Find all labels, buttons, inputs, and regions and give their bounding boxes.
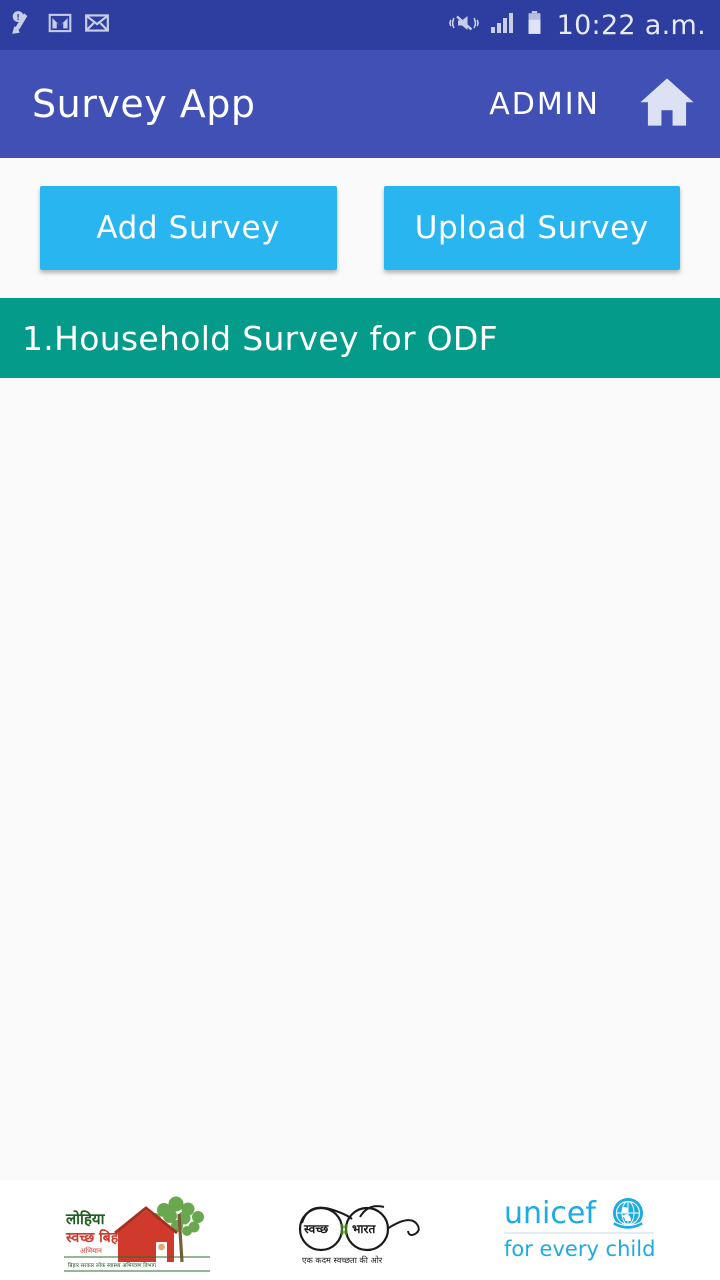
content-area: [0, 378, 720, 1178]
status-clock: 10:22 a.m.: [556, 9, 706, 41]
app-bar-actions: ADMIN: [489, 73, 698, 135]
svg-text:स्वच्छ बिहार: स्वच्छ बिहार: [65, 1229, 129, 1246]
status-bar: ! 10:22 a.m.: [0, 0, 720, 50]
status-bar-right-icons: 10:22 a.m.: [448, 10, 706, 41]
survey-item-label: 1.Household Survey for ODF: [22, 318, 498, 358]
email-icon: [84, 10, 110, 40]
add-survey-button[interactable]: Add Survey: [40, 186, 337, 270]
swachh-bharat-logo: स्वच्छ भारत एक कदम स्वच्छता की ओर: [290, 1191, 430, 1269]
app-bar: Survey App ADMIN: [0, 50, 720, 158]
page-title: Survey App: [32, 82, 256, 126]
svg-text:अभियान: अभियान: [80, 1246, 102, 1255]
footer-logo-bar: लोहिया स्वच्छ बिहार अभियान बिहार सरकार ल…: [0, 1180, 720, 1280]
battery-icon: [526, 10, 543, 40]
svg-text:unicef: unicef: [504, 1196, 597, 1231]
signal-bars-icon: [490, 11, 516, 39]
survey-list: 1.Household Survey for ODF: [0, 298, 720, 378]
home-icon[interactable]: [636, 73, 698, 135]
cleaner-alert-icon: !: [10, 10, 36, 40]
svg-text:लोहिया: लोहिया: [65, 1210, 106, 1228]
unicef-logo: unicef for every child: [502, 1193, 662, 1267]
svg-text:एक कदम स्वच्छता की ओर: एक कदम स्वच्छता की ओर: [302, 1255, 383, 1265]
svg-text:स्वच्छ: स्वच्छ: [303, 1222, 329, 1236]
user-role-label[interactable]: ADMIN: [489, 87, 600, 122]
gmail-icon: [47, 10, 73, 40]
status-bar-left-icons: !: [10, 10, 110, 40]
svg-text:बिहार सरकार लोक स्वास्थ्य अभिय: बिहार सरकार लोक स्वास्थ्य अभियंत्रण विभा…: [68, 1262, 157, 1269]
lohiya-swachh-bihar-logo: लोहिया स्वच्छ बिहार अभियान बिहार सरकार ल…: [58, 1184, 218, 1276]
list-item[interactable]: 1.Household Survey for ODF: [0, 298, 720, 378]
survey-action-toolbar: Add Survey Upload Survey: [0, 158, 720, 298]
volume-mute-vibrate-icon: [448, 10, 480, 40]
upload-survey-button[interactable]: Upload Survey: [383, 186, 680, 270]
svg-text:for every child: for every child: [504, 1237, 655, 1261]
svg-text:!: !: [16, 13, 19, 22]
svg-text:भारत: भारत: [352, 1222, 376, 1236]
